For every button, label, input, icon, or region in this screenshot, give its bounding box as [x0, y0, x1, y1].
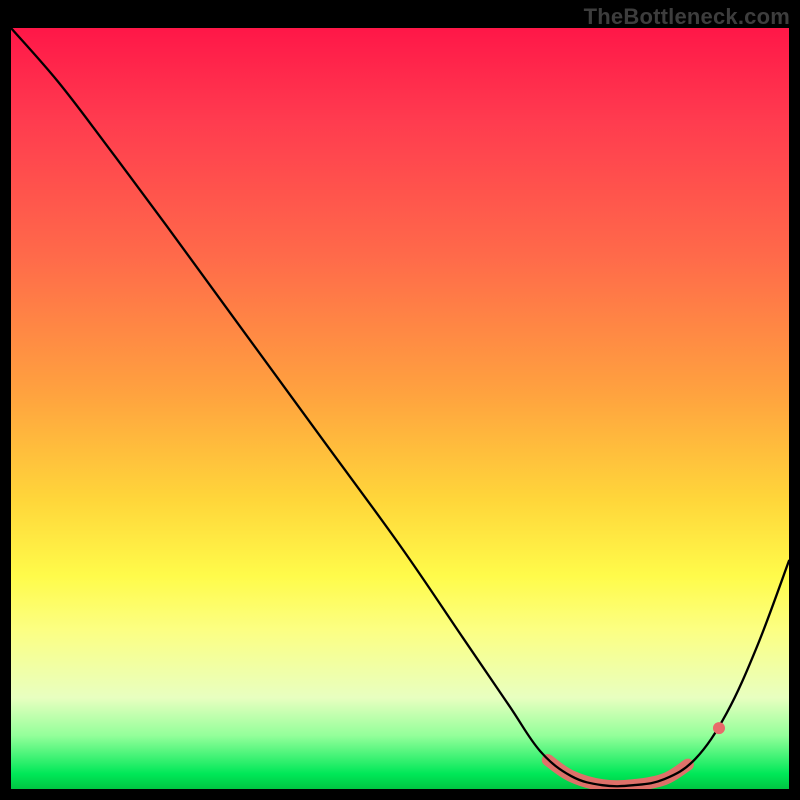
highlight-dot — [713, 722, 725, 734]
plot-area-border — [11, 28, 789, 789]
bottleneck-curve — [11, 28, 789, 786]
attribution-label: TheBottleneck.com — [584, 4, 790, 30]
plot-svg — [11, 28, 789, 789]
curve-highlight-segment — [548, 760, 688, 786]
chart-stage: TheBottleneck.com — [0, 0, 800, 800]
